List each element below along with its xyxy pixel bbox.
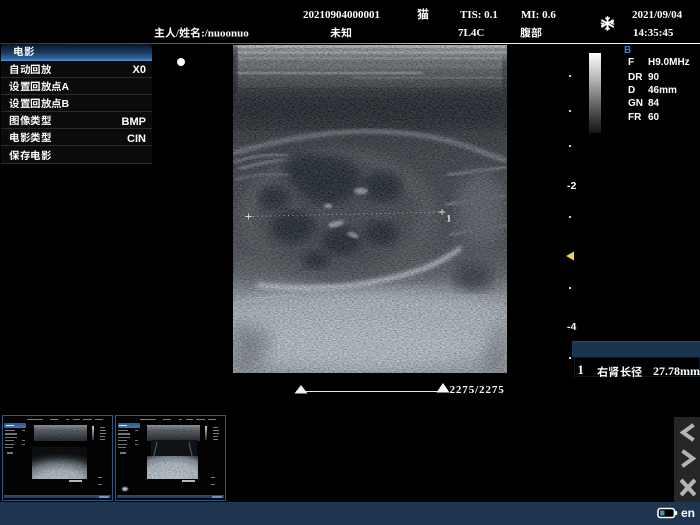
svg-text:1: 1 [447, 215, 452, 225]
